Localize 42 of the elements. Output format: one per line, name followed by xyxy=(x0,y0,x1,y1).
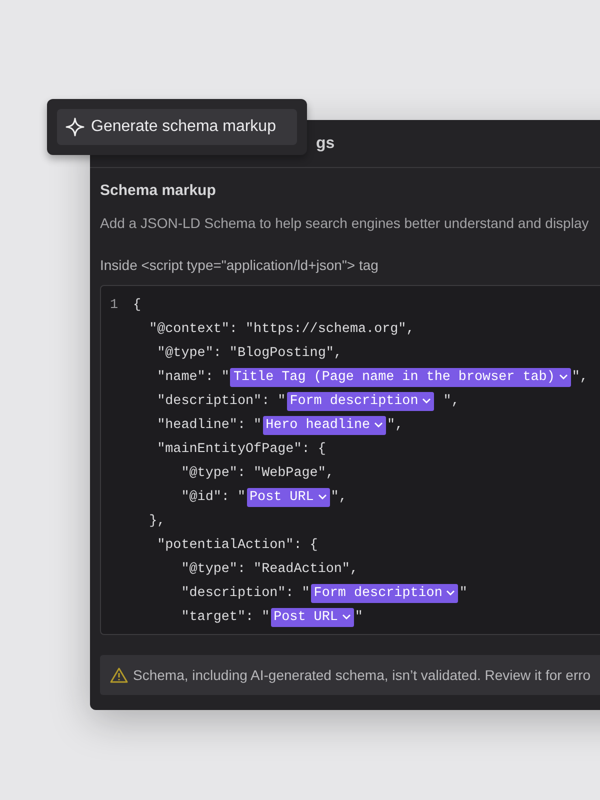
code-text: "mainEntityOfPage": { xyxy=(156,442,326,456)
code-text: " xyxy=(354,610,363,624)
field-token[interactable]: Form description xyxy=(286,392,434,410)
code-text: "@type": "ReadAction", xyxy=(180,562,358,576)
code-text: { xyxy=(133,298,142,312)
chevron-icon xyxy=(422,398,432,404)
field-token[interactable]: Hero headline xyxy=(262,416,386,434)
sparkle-icon xyxy=(65,117,85,137)
chevron-icon xyxy=(318,494,327,500)
section-title: Schema markup xyxy=(100,182,217,199)
code-text: " xyxy=(459,586,468,600)
code-text: "potentialAction": { xyxy=(156,538,318,552)
chevron-icon xyxy=(374,422,384,428)
chevron-icon xyxy=(558,374,568,380)
code-label: Inside <script type="application/ld+json"> tag xyxy=(100,257,380,273)
code-editor[interactable] xyxy=(100,285,600,635)
code-text: }, xyxy=(148,514,166,528)
code-text: "@type": "WebPage", xyxy=(180,466,334,480)
code-text: ", xyxy=(442,394,460,408)
panel-title: gs xyxy=(316,134,335,152)
warning-icon xyxy=(110,667,128,683)
chevron-icon xyxy=(342,614,351,620)
code-text: ", xyxy=(387,418,404,432)
generate-button[interactable]: Generate schema markup xyxy=(57,109,297,145)
field-token[interactable]: Post URL xyxy=(246,488,330,506)
field-token[interactable]: Form description xyxy=(310,584,458,602)
chevron-icon xyxy=(446,590,456,596)
warning-text: Schema, including AI-generated schema, isn’t validated. Review it for erro xyxy=(133,667,591,683)
field-token[interactable]: Title Tag (Page name in the browser tab) xyxy=(230,368,571,386)
code-text: "@type": "BlogPosting", xyxy=(156,346,342,360)
code-text: ", xyxy=(330,490,347,504)
code-text: "@id": " xyxy=(180,490,246,504)
field-token[interactable]: Post URL xyxy=(270,608,354,626)
line-number: 1 xyxy=(110,298,118,312)
code-text: "@context": "https://schema.org", xyxy=(148,322,414,336)
code-text: ", xyxy=(572,370,588,384)
code-text: "description": " xyxy=(180,586,310,600)
code-text: "name": " xyxy=(156,370,230,384)
code-text: "headline": " xyxy=(156,418,262,432)
section-description: Add a JSON-LD Schema to help search engines better understand and display xyxy=(100,215,590,231)
code-text: "target": " xyxy=(180,610,270,624)
code-text: "description": " xyxy=(156,394,286,408)
